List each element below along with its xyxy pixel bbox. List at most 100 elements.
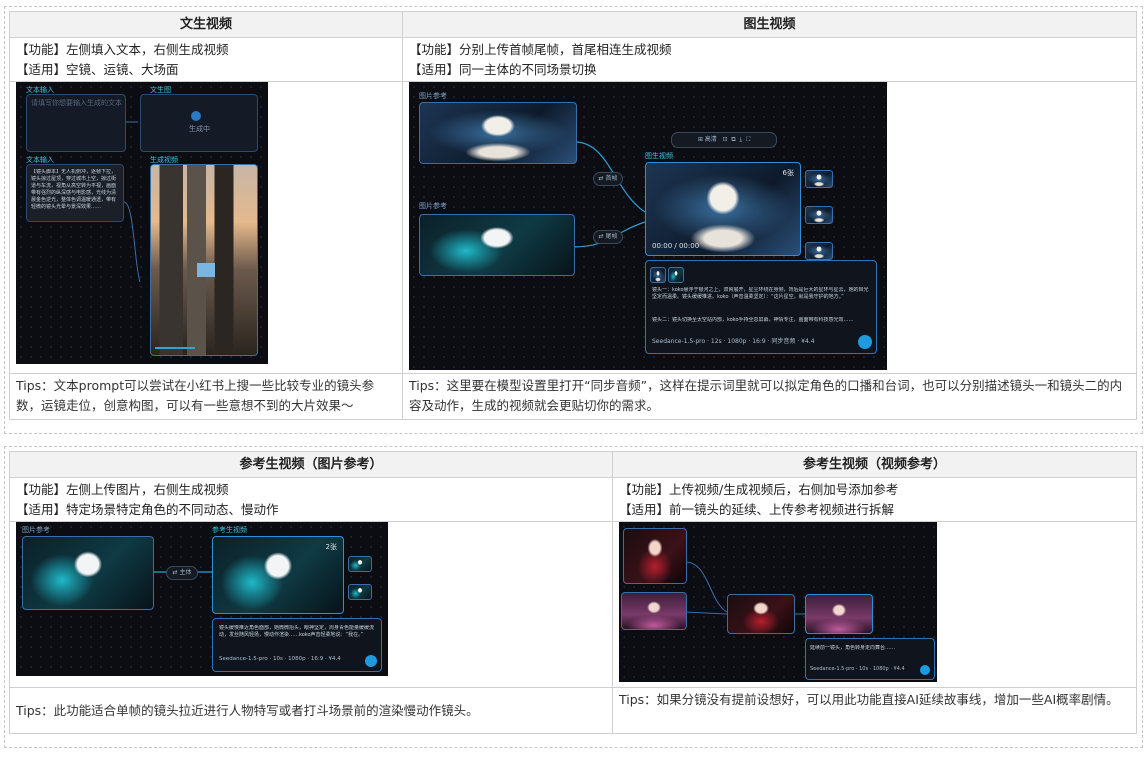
generated-video[interactable]: 2张	[212, 536, 344, 614]
description-video-reference: 【功能】上传视频/生成视频后，右侧加号添加参考 【适用】前一镜头的延续、上传参考…	[612, 477, 1137, 522]
loading-icon	[191, 111, 201, 121]
label-image-reference: 图片参考	[22, 526, 50, 534]
reference-video-2[interactable]	[621, 592, 687, 630]
model-settings[interactable]: Seedance-1.5-pro · 10s · 1080p · 16:9 · …	[219, 655, 341, 664]
duration: 12s	[710, 338, 722, 345]
description-image-reference: 【功能】左侧上传图片，右侧生成视频 【适用】特定场景特定角色的不同动态、慢动作	[9, 477, 613, 522]
generated-video[interactable]: 6张 00:00 / 00:00	[645, 162, 801, 256]
usage-line: 【适用】空镜、运镜、大场面	[16, 62, 179, 77]
tip-video-reference: Tips：如果分镜没有提前设想好，可以用此功能直接AI延续故事线，增加一些AI概…	[612, 687, 1137, 734]
hd-button[interactable]: ⊞ 高清	[698, 136, 717, 143]
generating-caption: 生成中	[189, 125, 210, 133]
fullscreen-button[interactable]: ⛶	[746, 136, 750, 143]
column-title-image-to-video: 图生视频	[402, 11, 1137, 38]
text-to-video-screenshot: 文本输入 请填写你想要输入生成的文本 文生图 生成中 文本输入 【镜头脚本】无人…	[16, 82, 268, 364]
text-input-node[interactable]: 请填写你想要输入生成的文本	[26, 94, 126, 152]
feature-table-2: 参考生视频（图片参考） 参考生视频（视频参考） 【功能】左侧上传图片，右侧生成视…	[9, 451, 1137, 734]
prompt-text: 【镜头脚本】无人机俯冲，逐帧下拉，镜头掠过屋顶，穿过城市上空，掠过街道与车流，视…	[31, 169, 117, 210]
video-time: 00:00 / 00:00	[652, 242, 700, 250]
aspect-ratio: 16:9	[752, 338, 766, 345]
resolution: 1080p	[872, 666, 889, 672]
prompt-panel[interactable]: 镜头一：koko悬浮于银河之上，双臂展开，星尘环绕在身侧，背后是巨大的星环与星云…	[645, 260, 877, 354]
last-frame-image[interactable]	[419, 214, 575, 276]
tip-image-to-video: Tips：这里要在模型设置里打开“同步音频”，这样在提示词里就可以拟定角色的口播…	[402, 373, 1137, 420]
model-settings[interactable]: Seedance-1.5-pro · 10s · 1080p · ¥4.4	[810, 665, 905, 674]
usage-line: 【适用】特定场景特定角色的不同动态、慢动作	[16, 502, 279, 517]
prompt-text: 延续前一镜头，角色转身走向舞台……	[810, 645, 896, 651]
image-reference-screenshot: 图片参考 ⇄ 主体 参考生视频 2张 镜头缓慢推近角色面部，她微微抬头，眼神坚定…	[16, 522, 388, 676]
label-video: 图生视频	[645, 152, 673, 160]
thumbnail-3[interactable]	[805, 242, 833, 260]
prompt-shot-1: 镜头一：koko悬浮于银河之上，双臂展开，星尘环绕在身侧，背后是巨大的星环与星云…	[652, 287, 869, 300]
column-title-text-to-video: 文生视频	[9, 11, 403, 38]
source-video[interactable]	[727, 594, 795, 634]
duration: 10s	[272, 656, 283, 662]
section-text-and-image-to-video: 文生视频 图生视频 【功能】左侧填入文本，右侧生成视频 【适用】空镜、运镜、大场…	[4, 6, 1143, 434]
description-text-to-video: 【功能】左侧填入文本，右侧生成视频 【适用】空镜、运镜、大场面	[9, 37, 403, 82]
screenshot-cell-text-to-video: 文本输入 请填写你想要输入生成的文本 文生图 生成中 文本输入 【镜头脚本】无人…	[9, 81, 403, 374]
crop-button[interactable]: ⊡	[723, 136, 728, 143]
duration: 10s	[859, 666, 869, 672]
generate-button[interactable]	[920, 665, 930, 675]
thumbnail-1[interactable]	[805, 170, 833, 188]
function-line: 【功能】左侧填入文本，右侧生成视频	[16, 42, 229, 57]
first-frame-tag[interactable]: ⇄ 首帧	[593, 172, 623, 186]
label-reference-video: 参考生视频	[212, 526, 247, 534]
first-frame-image[interactable]	[419, 102, 577, 164]
billboard	[197, 263, 215, 277]
generate-button[interactable]	[365, 655, 377, 667]
subject-tag[interactable]: ⇄ 主体	[166, 566, 198, 580]
tip-image-reference: Tips：此功能适合单帧的镜头拉近进行人物特写或者打斗场景前的渲染慢动作镜头。	[9, 687, 613, 734]
function-line: 【功能】分别上传首帧尾帧，首尾相连生成视频	[409, 42, 672, 57]
model-name: Seedance-1.5-pro	[219, 656, 268, 662]
generation-node[interactable]: 生成中	[140, 94, 258, 152]
progress-bar	[155, 347, 195, 349]
image-count: 6张	[782, 169, 794, 177]
prompt-panel[interactable]: 延续前一镜头，角色转身走向舞台…… Seedance-1.5-pro · 10s…	[805, 638, 935, 680]
reference-video-1[interactable]	[623, 528, 687, 584]
column-title-image-reference: 参考生视频（图片参考）	[9, 451, 613, 478]
column-title-video-reference: 参考生视频（视频参考）	[612, 451, 1137, 478]
cost: ¥4.4	[801, 338, 815, 345]
resolution: 1080p	[288, 656, 306, 662]
section-reference-to-video: 参考生视频（图片参考） 参考生视频（视频参考） 【功能】左侧上传图片，右侧生成视…	[4, 446, 1143, 748]
generated-video[interactable]	[805, 594, 873, 634]
reference-image[interactable]	[22, 536, 154, 610]
panel-ref-2	[668, 267, 684, 283]
prompt-panel[interactable]: 镜头缓慢推近角色面部，她微微抬头，眼神坚定，周身青色能量缓缓流动，发丝随风轻扬，…	[212, 618, 382, 672]
resolution: 1080p	[727, 338, 747, 345]
download-button[interactable]: ⤓	[739, 136, 742, 143]
thumbnail-2[interactable]	[805, 206, 833, 224]
function-line: 【功能】上传视频/生成视频后，右侧加号添加参考	[619, 482, 899, 497]
image-to-video-screenshot: 图片参考 图片参考 ⇄ 首帧 ⇄ 尾帧 ⊞ 高清 ⊡ ⧉ ⤓ ⛶ 图生视频 6张…	[409, 82, 887, 370]
video-reference-screenshot: 延续前一镜头，角色转身走向舞台…… Seedance-1.5-pro · 10s…	[619, 522, 937, 682]
cost: ¥4.4	[328, 656, 341, 662]
usage-line: 【适用】同一主体的不同场景切换	[409, 62, 597, 77]
model-settings[interactable]: Seedance-1.5-pro · 12s · 1080p · 16:9 · …	[652, 337, 815, 346]
image-count: 2张	[325, 543, 337, 551]
screenshot-cell-video-reference: 延续前一镜头，角色转身走向舞台…… Seedance-1.5-pro · 10s…	[612, 521, 1137, 688]
prompt-text: 镜头缓慢推近角色面部，她微微抬头，眼神坚定，周身青色能量缓缓流动，发丝随风轻扬，…	[219, 625, 375, 638]
prompt-placeholder: 请填写你想要输入生成的文本	[31, 99, 122, 107]
model-name: Seedance-1.5-pro	[652, 338, 706, 345]
last-frame-tag[interactable]: ⇄ 尾帧	[593, 230, 623, 244]
video-toolbar: ⊞ 高清 ⊡ ⧉ ⤓ ⛶	[671, 132, 777, 148]
usage-line: 【适用】前一镜头的延续、上传参考视频进行拆解	[619, 502, 895, 517]
tip-text-to-video: Tips：文本prompt可以尝试在小红书上搜一些比较专业的镜头参数，运镜走位，…	[9, 373, 403, 420]
feature-table-1: 文生视频 图生视频 【功能】左侧填入文本，右侧生成视频 【适用】空镜、运镜、大场…	[9, 11, 1137, 420]
generate-button[interactable]	[858, 335, 872, 349]
generated-city-video[interactable]	[150, 164, 258, 356]
panel-ref-1	[650, 267, 666, 283]
prompt-text-node[interactable]: 【镜头脚本】无人机俯冲，逐帧下拉，镜头掠过屋顶，穿过城市上空，掠过街道与车流，视…	[26, 164, 124, 222]
cost: ¥4.4	[893, 666, 905, 672]
thumbnail-2[interactable]	[348, 584, 372, 600]
screenshot-cell-image-to-video: 图片参考 图片参考 ⇄ 首帧 ⇄ 尾帧 ⊞ 高清 ⊡ ⧉ ⤓ ⛶ 图生视频 6张…	[402, 81, 1137, 374]
thumbnail-1[interactable]	[348, 556, 372, 572]
sync-audio: 同步音频	[771, 338, 796, 345]
function-line: 【功能】左侧上传图片，右侧生成视频	[16, 482, 229, 497]
label-first-frame: 图片参考	[419, 92, 447, 100]
copy-button[interactable]: ⧉	[731, 136, 735, 143]
aspect-ratio: 16:9	[310, 656, 324, 662]
screenshot-cell-image-reference: 图片参考 ⇄ 主体 参考生视频 2张 镜头缓慢推近角色面部，她微微抬头，眼神坚定…	[9, 521, 613, 688]
description-image-to-video: 【功能】分别上传首帧尾帧，首尾相连生成视频 【适用】同一主体的不同场景切换	[402, 37, 1137, 82]
